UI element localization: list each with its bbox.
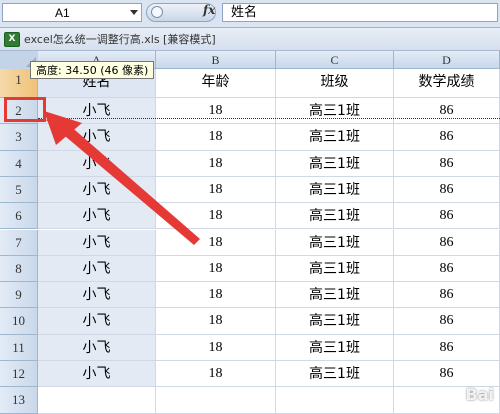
table-cell[interactable]: 18 (156, 203, 276, 230)
column-header-b[interactable]: B (156, 51, 276, 69)
header-cell[interactable]: 班级 (276, 69, 394, 98)
table-cell[interactable]: 86 (394, 282, 500, 309)
table-cell[interactable]: 18 (156, 308, 276, 335)
row-header[interactable]: 7 (0, 229, 38, 256)
table-cell[interactable]: 86 (394, 176, 500, 204)
table-cell[interactable]: 18 (156, 229, 276, 256)
table-cell[interactable]: 小飞 (38, 334, 156, 361)
table-cell[interactable]: 86 (394, 255, 500, 283)
table-cell[interactable]: 高三1班 (276, 124, 394, 151)
row-header[interactable]: 3 (0, 124, 38, 151)
row-header[interactable]: 12 (0, 361, 38, 388)
table-cell[interactable]: 小飞 (38, 308, 156, 335)
formula-splitter-handle-icon[interactable] (151, 6, 163, 18)
table-cell[interactable]: 小飞 (38, 229, 156, 256)
table-cell[interactable]: 高三1班 (276, 255, 394, 283)
table-cell[interactable]: 86 (394, 361, 500, 388)
table-cell[interactable]: 高三1班 (276, 361, 394, 388)
row-header[interactable]: 8 (0, 255, 38, 283)
table-cell[interactable]: 86 (394, 334, 500, 361)
header-cell[interactable]: 数学成绩 (394, 69, 500, 98)
row-header[interactable]: 13 (0, 387, 38, 414)
name-box-dropdown-icon[interactable] (130, 10, 138, 15)
table-cell[interactable]: 小飞 (38, 176, 156, 204)
table-cell[interactable]: 高三1班 (276, 308, 394, 335)
name-box[interactable]: A1 (2, 3, 142, 22)
table-cell[interactable]: 18 (156, 334, 276, 361)
baidu-watermark-logo: Bai (465, 385, 494, 404)
row-resize-guide (38, 118, 500, 119)
column-header-c[interactable]: C (276, 51, 394, 69)
table-cell[interactable]: 86 (394, 203, 500, 230)
table-cell[interactable]: 小飞 (38, 150, 156, 177)
table-cell[interactable]: 18 (156, 150, 276, 177)
row-header[interactable]: 5 (0, 176, 38, 204)
table-cell[interactable]: 86 (394, 308, 500, 335)
table-cell[interactable]: 86 (394, 229, 500, 256)
formula-bar: A1 fx 姓名 (0, 0, 500, 28)
row-height-tooltip: 高度: 34.50 (46 像素) (30, 61, 155, 79)
table-cell[interactable]: 小飞 (38, 361, 156, 388)
table-cell[interactable]: 高三1班 (276, 98, 394, 125)
table-cell[interactable]: 高三1班 (276, 282, 394, 309)
insert-function-button[interactable]: fx (203, 3, 215, 17)
table-cell[interactable] (156, 387, 276, 414)
formula-input[interactable]: 姓名 (222, 3, 498, 22)
table-cell[interactable]: 86 (394, 150, 500, 177)
table-cell[interactable] (38, 387, 156, 414)
table-cell[interactable]: 18 (156, 282, 276, 309)
table-cell[interactable]: 86 (394, 98, 500, 125)
spreadsheet-grid: A B C D 1 姓名 年龄 班级 数学成绩 2 小飞 18 高三1班 86 3 小飞 18 高三1班 86 4 小飞… (0, 51, 500, 414)
table-cell[interactable]: 高三1班 (276, 229, 394, 256)
table-cell[interactable]: 小飞 (38, 282, 156, 309)
workbook-title-bar: X excel怎么统一调整行高.xls [兼容模式] (0, 28, 500, 51)
row-header[interactable]: 4 (0, 150, 38, 177)
table-cell[interactable]: 86 (394, 124, 500, 151)
row-header[interactable]: 9 (0, 282, 38, 309)
row-header[interactable]: 11 (0, 334, 38, 361)
table-cell[interactable]: 高三1班 (276, 150, 394, 177)
table-cell[interactable]: 高三1班 (276, 334, 394, 361)
table-cell[interactable]: 18 (156, 124, 276, 151)
table-cell[interactable]: 高三1班 (276, 203, 394, 230)
header-cell[interactable]: 年龄 (156, 69, 276, 98)
table-cell[interactable]: 小飞 (38, 98, 156, 125)
workbook-title: excel怎么统一调整行高.xls [兼容模式] (24, 33, 216, 46)
annotation-highlight-box (4, 97, 46, 122)
table-cell[interactable]: 18 (156, 98, 276, 125)
column-header-d[interactable]: D (394, 51, 500, 69)
table-cell[interactable]: 小飞 (38, 255, 156, 283)
excel-icon: X (4, 32, 20, 47)
table-cell[interactable]: 小飞 (38, 203, 156, 230)
row-header[interactable]: 10 (0, 308, 38, 335)
table-cell[interactable]: 高三1班 (276, 176, 394, 204)
row-header[interactable]: 6 (0, 203, 38, 230)
table-cell[interactable]: 18 (156, 361, 276, 388)
table-cell[interactable] (276, 387, 394, 414)
table-cell[interactable]: 小飞 (38, 124, 156, 151)
table-cell[interactable]: 18 (156, 255, 276, 283)
table-cell[interactable]: 18 (156, 176, 276, 204)
